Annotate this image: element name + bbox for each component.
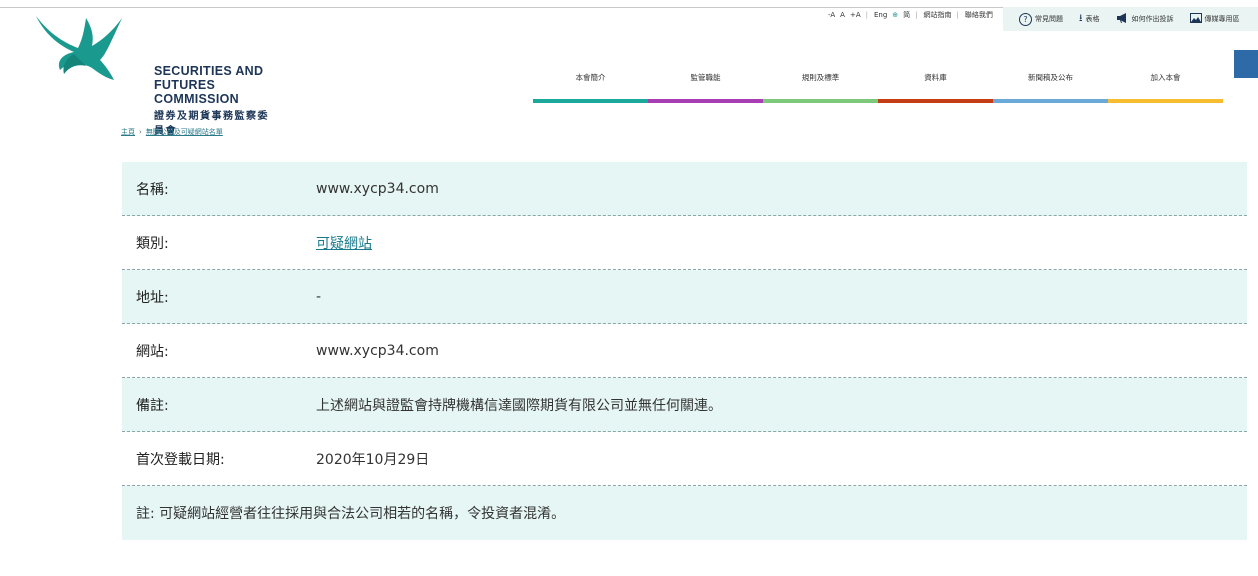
sfc-logo[interactable]: SECURITIES AND FUTURES COMMISSION 證券及期貨事… — [34, 14, 274, 137]
breadcrumb-home-link[interactable]: 主頁 — [121, 128, 135, 136]
eagle-logo-icon — [36, 16, 122, 80]
details-table: 名稱: www.xycp34.com 類別: 可疑網站 地址: - 網站: ww… — [122, 162, 1247, 540]
website-label: 網站: — [136, 343, 169, 360]
nav-color-bar — [533, 99, 648, 103]
website-value: www.xycp34.com — [316, 342, 439, 359]
breadcrumb: 主頁 › 無牌公司及可疑網站名單 — [121, 127, 223, 137]
chevron-right-icon: › — [139, 128, 142, 136]
divider: | — [915, 11, 918, 19]
remarks-label: 備註: — [136, 397, 169, 414]
name-value: www.xycp34.com — [316, 180, 439, 197]
nav-label: 加入本會 — [1150, 73, 1181, 82]
logo-line-2: FUTURES COMMISSION — [154, 78, 239, 106]
nav-color-bar — [763, 99, 878, 103]
quick-link-label: 表格 — [1085, 15, 1100, 23]
quick-link-faq[interactable]: ? 常見問題 — [1019, 12, 1063, 26]
lang-simplified-link[interactable]: 简 — [903, 10, 910, 20]
nav-label: 新聞稿及公布 — [1028, 73, 1073, 82]
divider: | — [956, 11, 959, 19]
font-size-normal-button[interactable]: A — [840, 11, 845, 19]
main-navigation: 本會簡介 監管職能 規則及標準 資料庫 新聞稿及公布 加入本會 — [533, 68, 1223, 103]
side-tab-button[interactable] — [1234, 50, 1258, 78]
category-link[interactable]: 可疑網站 — [316, 233, 372, 253]
table-row-remarks: 備註: 上述網站與證監會持牌機構信達國際期貨有限公司並無任何關連。 — [122, 378, 1247, 432]
quick-link-complaint[interactable]: 如何作出投訴 — [1116, 12, 1174, 26]
nav-label: 規則及標準 — [801, 73, 840, 82]
download-icon: ⭳ — [1079, 12, 1083, 24]
lang-english-link[interactable]: Eng — [874, 11, 887, 19]
divider: | — [865, 11, 868, 19]
nav-item-careers[interactable]: 加入本會 — [1108, 68, 1223, 103]
breadcrumb-current-link[interactable]: 無牌公司及可疑網站名單 — [146, 128, 223, 136]
nav-label: 監管職能 — [690, 73, 721, 82]
nav-item-about[interactable]: 本會簡介 — [533, 68, 648, 103]
table-row-category: 類別: 可疑網站 — [122, 216, 1247, 270]
name-label: 名稱: — [136, 181, 169, 198]
utility-bar: -A A +A | Eng ⊕ 简 | 網站指南 | 聯絡我們 — [828, 10, 998, 20]
quick-link-label: 如何作出投訴 — [1131, 15, 1174, 23]
font-size-increase-button[interactable]: +A — [850, 11, 861, 19]
contact-us-link[interactable]: 聯絡我們 — [965, 10, 993, 20]
address-value: - — [316, 288, 322, 305]
font-size-decrease-button[interactable]: -A — [828, 11, 835, 19]
date-value: 2020年10月29日 — [316, 451, 430, 468]
table-row-name: 名稱: www.xycp34.com — [122, 162, 1247, 216]
nav-color-bar — [993, 99, 1108, 103]
address-label: 地址: — [136, 289, 169, 306]
remarks-value: 上述網站與證監會持牌機構信達國際期貨有限公司並無任何關連。 — [316, 397, 722, 414]
nav-label: 資料庫 — [924, 73, 947, 82]
sitemap-link[interactable]: 網站指南 — [924, 10, 952, 20]
nav-item-regulatory-functions[interactable]: 監管職能 — [648, 68, 763, 103]
nav-item-database[interactable]: 資料庫 — [878, 68, 993, 103]
category-label: 類別: — [136, 235, 169, 252]
table-row-address: 地址: - — [122, 270, 1247, 324]
image-icon — [1189, 12, 1202, 26]
quick-link-label: 傳媒專用區 — [1204, 15, 1240, 23]
table-row-note: 註: 可疑網站經營者往往採用與合法公司相若的名稱，令投資者混淆。 — [122, 486, 1247, 540]
language-icon[interactable]: ⊕ — [892, 11, 898, 19]
table-row-website: 網站: www.xycp34.com — [122, 324, 1247, 378]
nav-item-rules-standards[interactable]: 規則及標準 — [763, 68, 878, 103]
nav-color-bar — [1108, 99, 1223, 103]
nav-label: 本會簡介 — [575, 73, 606, 82]
quick-link-label: 常見問題 — [1035, 15, 1063, 23]
nav-color-bar — [648, 99, 763, 103]
note-text: 註: 可疑網站經營者往往採用與合法公司相若的名稱，令投資者混淆。 — [136, 506, 566, 522]
quick-link-forms[interactable]: ⭳ 表格 — [1079, 11, 1100, 28]
table-row-date: 首次登載日期: 2020年10月29日 — [122, 432, 1247, 486]
nav-color-bar — [878, 99, 993, 103]
date-label: 首次登載日期: — [136, 451, 225, 468]
logo-line-1: SECURITIES AND — [154, 64, 264, 78]
quick-link-media[interactable]: 傳媒專用區 — [1189, 12, 1240, 26]
megaphone-icon — [1116, 12, 1129, 26]
quick-links-bar: ? 常見問題 ⭳ 表格 如何作出投訴 傳媒專用區 — [1003, 7, 1258, 31]
nav-item-news[interactable]: 新聞稿及公布 — [993, 68, 1108, 103]
question-icon: ? — [1019, 12, 1032, 26]
